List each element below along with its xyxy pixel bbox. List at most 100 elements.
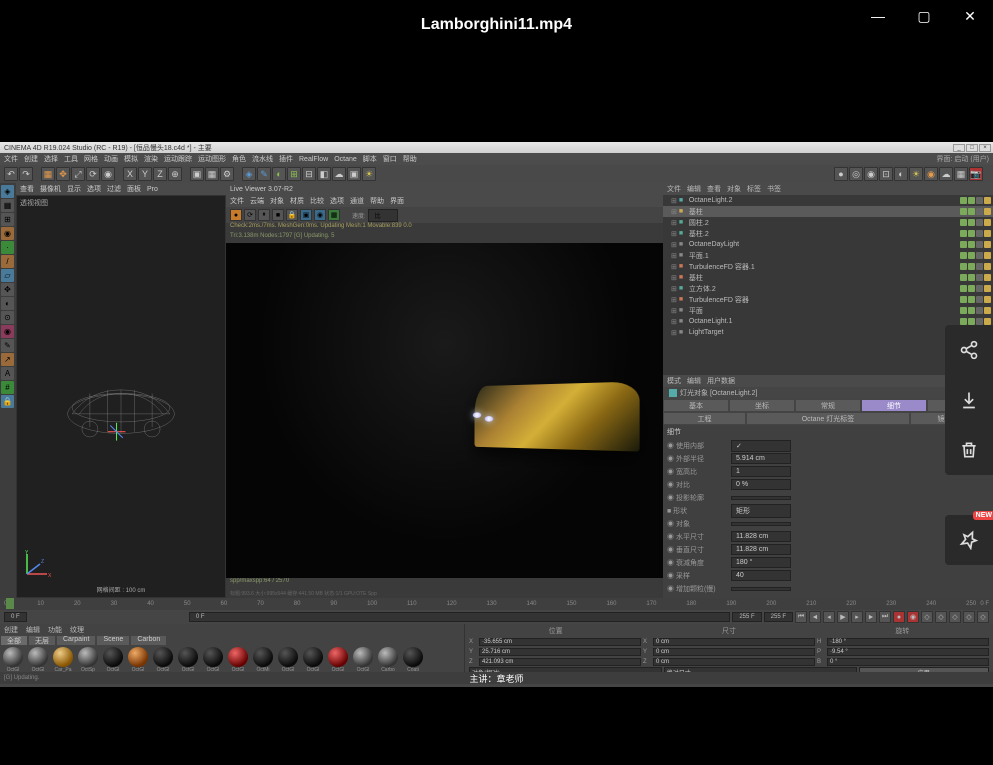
menu-item[interactable]: 网格 — [84, 154, 98, 164]
tree-row[interactable]: ⊞■基柱 — [663, 206, 993, 217]
menu-item[interactable]: 选择 — [44, 154, 58, 164]
tweak-icon[interactable]: ✎ — [1, 339, 14, 352]
workplane-icon[interactable]: ⊞ — [1, 213, 14, 226]
mat-menu-item[interactable]: 纹理 — [67, 625, 87, 634]
material-ball[interactable]: OctGl — [351, 647, 375, 675]
goto-end-icon[interactable]: ⏭ — [879, 611, 891, 623]
tree-row[interactable]: ⊞■OctaneLight.1 — [663, 316, 993, 327]
tree-row[interactable]: ⊞■OctaneDayLight — [663, 239, 993, 250]
last-tool-icon[interactable]: ◉ — [101, 167, 115, 181]
size-z-field[interactable]: 0 cm — [653, 658, 815, 666]
material-ball[interactable]: OctMi — [251, 647, 275, 675]
undo-icon[interactable]: ↶ — [4, 167, 18, 181]
attr-tab-detail[interactable]: 细节 — [861, 399, 927, 412]
attr-value-field[interactable]: ✓ — [731, 440, 791, 452]
lv-menu-item[interactable]: 界面 — [390, 196, 404, 206]
menu-item[interactable]: 运动跟踪 — [164, 154, 192, 164]
oct-camera-icon[interactable]: 📷 — [969, 167, 983, 181]
light-icon[interactable]: ☀ — [362, 167, 376, 181]
menu-item[interactable]: 文件 — [4, 154, 18, 164]
tree-row[interactable]: ⊞■平面 — [663, 305, 993, 316]
material-ball[interactable]: OctGl — [276, 647, 300, 675]
attr-value-field[interactable]: 40 — [731, 570, 791, 581]
array-icon[interactable]: ⊟ — [302, 167, 316, 181]
goto-start-icon[interactable]: ⏮ — [795, 611, 807, 623]
tree-row[interactable]: ⊞■LightTarget — [663, 327, 993, 338]
lv-lock-icon[interactable]: 🔒 — [286, 209, 298, 221]
attr-value-field[interactable]: 11.828 cm — [731, 531, 791, 542]
lv-menu-item[interactable]: 选项 — [330, 196, 344, 206]
lv-menu-item[interactable]: 帮助 — [370, 196, 384, 206]
object-mode-icon[interactable]: ◉ — [1, 227, 14, 240]
mat-menu-item[interactable]: 编辑 — [23, 625, 43, 634]
oct-fog-icon[interactable]: ☁ — [939, 167, 953, 181]
material-ball[interactable]: OctGl — [201, 647, 225, 675]
menu-item[interactable]: 角色 — [232, 154, 246, 164]
tree-row[interactable]: ⊞■基柱 — [663, 272, 993, 283]
pin-button[interactable]: NEW — [945, 515, 993, 565]
oct-hdr-icon[interactable]: ◉ — [924, 167, 938, 181]
lv-menu-item[interactable]: 云端 — [250, 196, 264, 206]
material-ball[interactable]: Car_Pa — [51, 647, 75, 675]
om-tab[interactable]: 对象 — [727, 184, 741, 194]
time-start-field[interactable]: 0 F — [4, 612, 27, 622]
lock-icon[interactable]: 🔒 — [1, 395, 14, 408]
attr-userdata-tab[interactable]: 用户数据 — [707, 376, 735, 386]
mat-menu-item[interactable]: 创建 — [1, 625, 21, 634]
x-icon[interactable]: X — [123, 167, 137, 181]
menu-item[interactable]: 模拟 — [124, 154, 138, 164]
lv-region-icon[interactable]: ▣ — [300, 209, 312, 221]
mat-layer-tab[interactable]: Scene — [97, 636, 129, 645]
vp-tab[interactable]: Pro — [147, 186, 158, 193]
download-button[interactable] — [945, 375, 993, 425]
oct-render-icon[interactable]: ◎ — [849, 167, 863, 181]
subd-icon[interactable]: ⊞ — [287, 167, 301, 181]
key-rot-icon[interactable]: ◇ — [949, 611, 961, 623]
scale-icon[interactable]: ⤢ — [71, 167, 85, 181]
camera-icon[interactable]: ▣ — [347, 167, 361, 181]
attr-value-field[interactable]: 矩形 — [731, 504, 791, 518]
y-icon[interactable]: Y — [138, 167, 152, 181]
pos-x-field[interactable]: ·35.655 cm — [479, 638, 641, 646]
tree-row[interactable]: ⊞■基柱.2 — [663, 228, 993, 239]
vp-tab[interactable]: 摄像机 — [40, 184, 61, 194]
deformer-icon[interactable]: ◧ — [317, 167, 331, 181]
key-scale-icon[interactable]: ◇ — [935, 611, 947, 623]
rot-p-field[interactable]: ·9.54 ° — [827, 648, 989, 656]
attr-value-field[interactable]: 0 % — [731, 479, 791, 490]
select-icon[interactable]: ▦ — [41, 167, 55, 181]
model-mode-icon[interactable]: ◈ — [1, 185, 14, 198]
edge-mode-icon[interactable]: / — [1, 255, 14, 268]
rot-h-field[interactable]: ·180 ° — [827, 638, 989, 646]
oct-sphere-icon[interactable]: ● — [834, 167, 848, 181]
play-icon[interactable]: ▶ — [837, 611, 849, 623]
material-ball[interactable]: OctGl — [176, 647, 200, 675]
material-ball[interactable]: OctGl — [301, 647, 325, 675]
oct-live-icon[interactable]: ◉ — [864, 167, 878, 181]
material-ball[interactable]: OctGl — [151, 647, 175, 675]
lv-pause-icon[interactable]: ⏸ — [258, 209, 270, 221]
prev-key-icon[interactable]: ◄ — [809, 611, 821, 623]
pos-z-field[interactable]: 421.093 cm — [479, 658, 641, 666]
attr-value-field[interactable]: 1 — [731, 466, 791, 477]
menu-item[interactable]: 渲染 — [144, 154, 158, 164]
render-viewport[interactable] — [226, 243, 663, 578]
oct-sun-icon[interactable]: ☀ — [909, 167, 923, 181]
lv-clay-icon[interactable]: ◉ — [314, 209, 326, 221]
menu-item[interactable]: 流水线 — [252, 154, 273, 164]
key-pla-icon[interactable]: ◇ — [963, 611, 975, 623]
size-x-field[interactable]: 0 cm — [653, 638, 815, 646]
menu-item[interactable]: 创建 — [24, 154, 38, 164]
vp-tab[interactable]: 面板 — [127, 184, 141, 194]
lv-start-icon[interactable]: ● — [230, 209, 242, 221]
om-tab[interactable]: 书签 — [767, 184, 781, 194]
vp-tab[interactable]: 显示 — [67, 184, 81, 194]
lv-refresh-icon[interactable]: ⟳ — [244, 209, 256, 221]
speed-field[interactable]: 比 — [368, 209, 398, 222]
attr-tab-coord[interactable]: 坐标 — [729, 399, 795, 412]
layout-selector[interactable]: 界面: 启动 (用户) — [936, 154, 989, 164]
lv-menu-item[interactable]: 材质 — [290, 196, 304, 206]
menu-item[interactable]: 插件 — [279, 154, 293, 164]
lv-channel-icon[interactable]: ▦ — [328, 209, 340, 221]
menu-item[interactable]: 运动图形 — [198, 154, 226, 164]
